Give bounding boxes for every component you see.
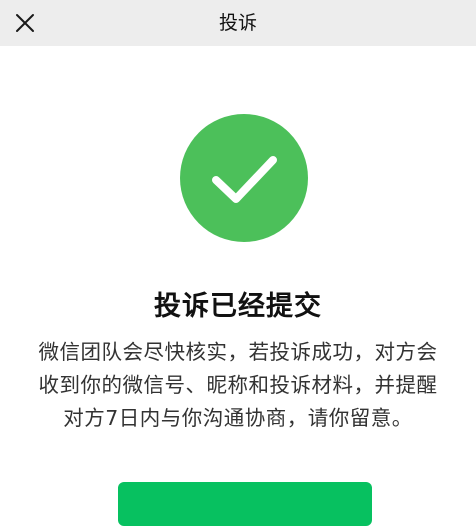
description-line-3: 对方7日内与你沟通协商，请你留意。 xyxy=(63,406,413,430)
result-title: 投诉已经提交 xyxy=(154,291,322,322)
description-line-2: 收到你的微信号、昵称和投诉材料，并提醒 xyxy=(38,373,438,397)
navigation-bar: 投诉 xyxy=(0,0,476,46)
result-description: 微信团队会尽快核实，若投诉成功，对方会 收到你的微信号、昵称和投诉材料，并提醒 … xyxy=(0,336,476,435)
close-button[interactable] xyxy=(6,4,44,42)
page-title: 投诉 xyxy=(218,12,257,34)
success-check-icon xyxy=(180,114,308,242)
close-icon xyxy=(16,14,34,32)
description-line-1: 微信团队会尽快核实，若投诉成功，对方会 xyxy=(38,340,438,364)
done-button[interactable] xyxy=(118,482,372,526)
